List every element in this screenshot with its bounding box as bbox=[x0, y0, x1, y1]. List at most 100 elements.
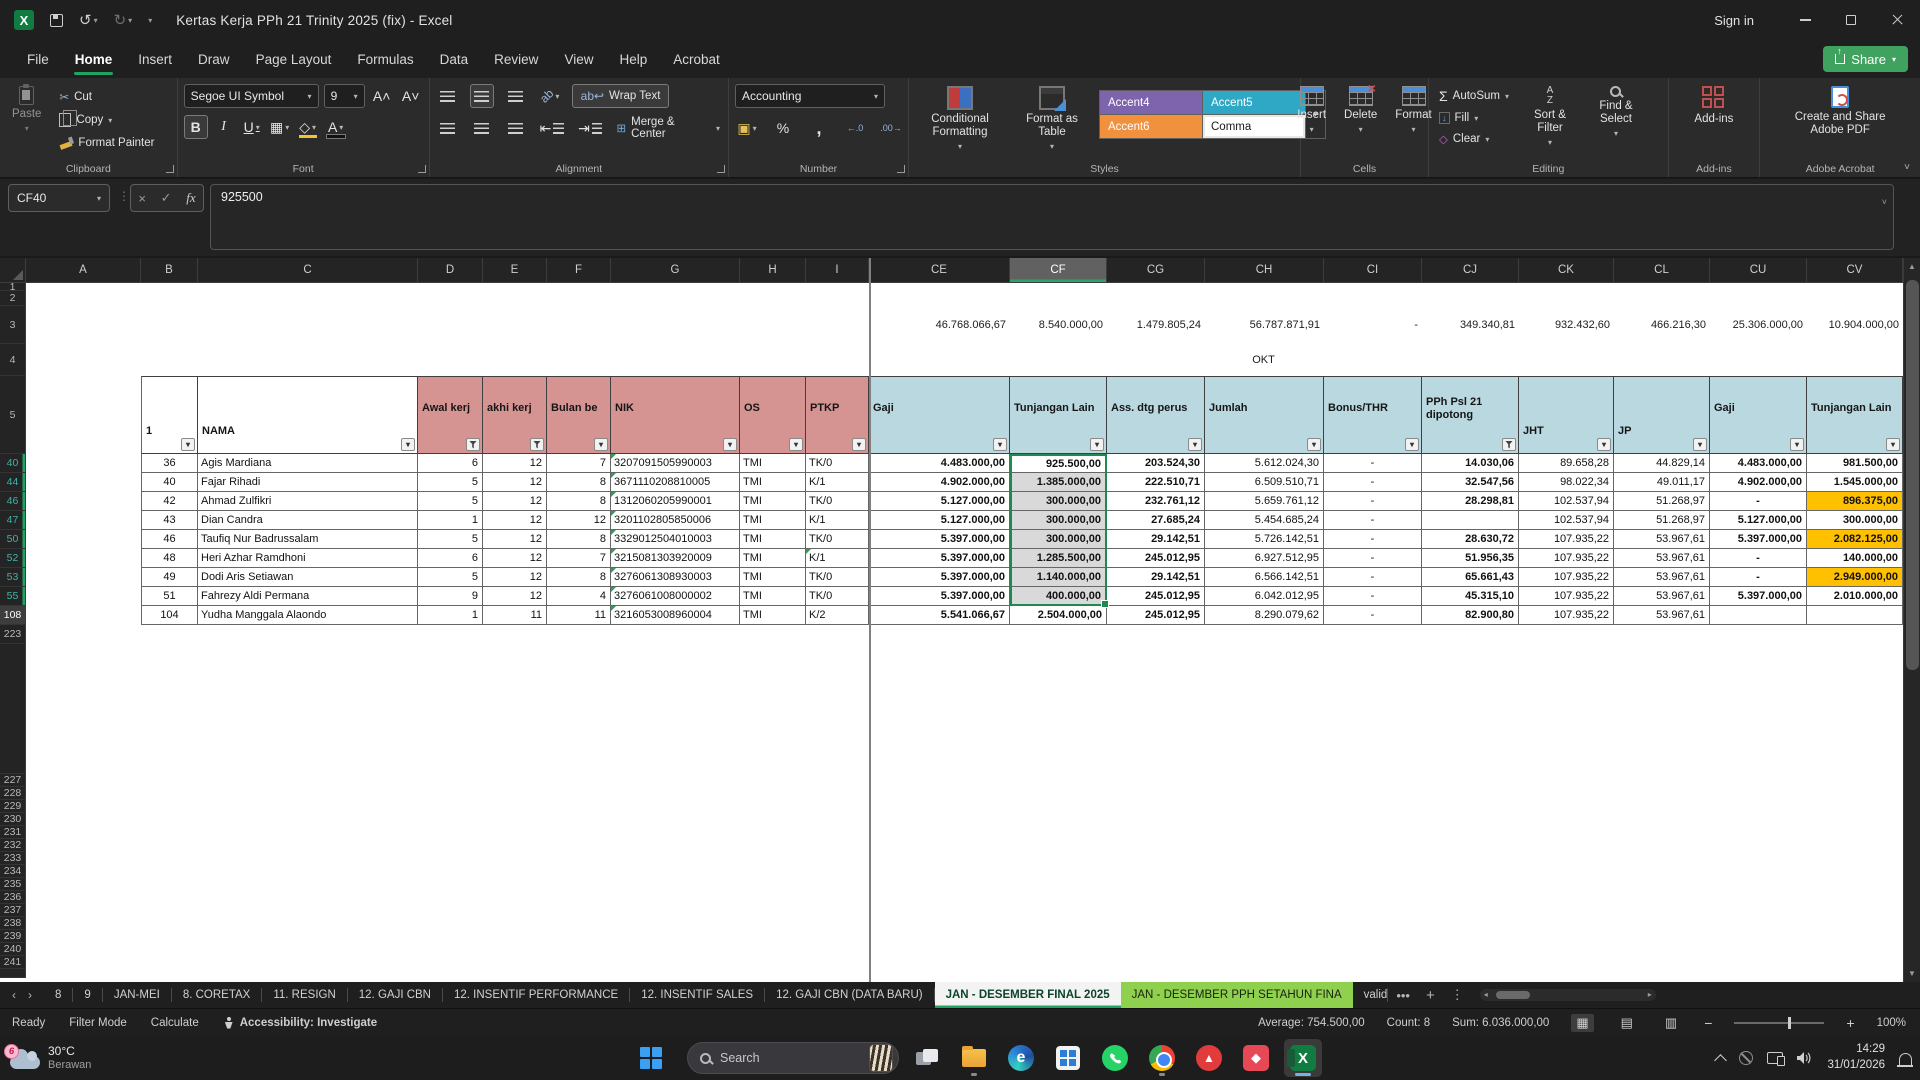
cell[interactable] bbox=[26, 454, 141, 473]
cell[interactable]: 89.658,28 bbox=[1519, 454, 1614, 473]
cell[interactable]: 53.967,61 bbox=[1614, 530, 1710, 549]
paste-button[interactable]: Paste ▾ bbox=[6, 84, 47, 152]
menu-tab-review[interactable]: Review bbox=[481, 40, 551, 78]
col-header-CL[interactable]: CL bbox=[1614, 258, 1710, 282]
row-header-5[interactable]: 5 bbox=[0, 376, 26, 454]
cell[interactable]: 4 bbox=[547, 587, 611, 606]
col-header-CK[interactable]: CK bbox=[1519, 258, 1614, 282]
cell[interactable]: 7 bbox=[547, 549, 611, 568]
cell[interactable]: 53.967,61 bbox=[1614, 587, 1710, 606]
cell[interactable]: 5 bbox=[418, 473, 483, 492]
cell[interactable]: 14.030,06 bbox=[1422, 454, 1519, 473]
increase-indent-icon[interactable]: ⇥ bbox=[576, 116, 604, 140]
sort-filter-button[interactable]: AZ Sort & Filter ▾ bbox=[1521, 84, 1579, 150]
sheet-tab-jan-desember-final-2025[interactable]: JAN - DESEMBER FINAL 2025 bbox=[934, 982, 1121, 1008]
cell[interactable]: 5.726.142,51 bbox=[1205, 530, 1324, 549]
menu-tab-help[interactable]: Help bbox=[606, 40, 660, 78]
menu-tab-insert[interactable]: Insert bbox=[125, 40, 185, 78]
cell[interactable]: 5.397.000,00 bbox=[869, 568, 1010, 587]
cell[interactable] bbox=[547, 306, 611, 344]
scroll-up-icon[interactable]: ▲ bbox=[1904, 258, 1920, 275]
page-layout-view-icon[interactable]: ▤ bbox=[1616, 1014, 1638, 1032]
cell[interactable] bbox=[418, 306, 483, 344]
cell[interactable]: 11 bbox=[547, 606, 611, 625]
row-header-237[interactable]: 237 bbox=[0, 904, 26, 917]
wrap-text-button[interactable]: ab↩ Wrap Text bbox=[571, 84, 670, 108]
excel-taskbar-button[interactable]: X bbox=[1284, 1039, 1322, 1077]
cell[interactable]: 51.268,97 bbox=[1614, 492, 1710, 511]
cast-device-icon[interactable] bbox=[1767, 1052, 1786, 1066]
status-calculate[interactable]: Calculate bbox=[139, 1017, 211, 1029]
row-header-108[interactable]: 108 bbox=[0, 606, 26, 625]
cell[interactable]: 102.537,94 bbox=[1519, 511, 1614, 530]
filter-dropdown-icon[interactable]: ▾ bbox=[181, 438, 195, 451]
cell[interactable] bbox=[1710, 344, 1807, 376]
row-header-232[interactable]: 232 bbox=[0, 839, 26, 852]
cell[interactable]: - bbox=[1710, 492, 1807, 511]
cell[interactable]: 8 bbox=[547, 530, 611, 549]
cell[interactable]: 65.661,43 bbox=[1422, 568, 1519, 587]
number-dialog-launcher[interactable] bbox=[897, 165, 905, 173]
cell[interactable]: Dian Candra bbox=[198, 511, 418, 530]
cell[interactable] bbox=[198, 344, 418, 376]
cell[interactable]: 107.935,22 bbox=[1519, 587, 1614, 606]
cell[interactable]: 1 bbox=[418, 511, 483, 530]
taskbar-clock[interactable]: 14:29 31/01/2026 bbox=[1827, 1042, 1885, 1073]
row-header-229[interactable]: 229 bbox=[0, 800, 26, 813]
col-header-CI[interactable]: CI bbox=[1324, 258, 1422, 282]
filter-dropdown-icon[interactable]: ▾ bbox=[594, 438, 608, 451]
cell[interactable]: 5.397.000,00 bbox=[869, 587, 1010, 606]
edge-button[interactable]: e bbox=[1002, 1039, 1040, 1077]
insert-cells-button[interactable]: Insert ▾ bbox=[1291, 84, 1332, 136]
task-view-button[interactable] bbox=[908, 1039, 946, 1077]
cell[interactable]: 12 bbox=[547, 511, 611, 530]
cell[interactable]: 107.935,22 bbox=[1519, 549, 1614, 568]
cell[interactable] bbox=[26, 568, 141, 587]
row-header-227[interactable]: 227 bbox=[0, 774, 26, 787]
cell[interactable]: akhi kerj bbox=[483, 376, 547, 454]
comma-style-icon[interactable]: , bbox=[807, 116, 831, 140]
cell[interactable]: Bonus/THR ▾ bbox=[1324, 376, 1422, 454]
cell[interactable]: 8 bbox=[547, 473, 611, 492]
orientation-icon[interactable]: ab ▾ bbox=[537, 84, 562, 108]
cell[interactable]: 8 bbox=[547, 492, 611, 511]
sheet-tab-jan-desember-pph-setahun-fina[interactable]: JAN - DESEMBER PPH SETAHUN FINA bbox=[1120, 982, 1353, 1008]
cell[interactable]: 2.949.000,00 bbox=[1807, 568, 1903, 587]
row-header-231[interactable]: 231 bbox=[0, 826, 26, 839]
formula-input[interactable]: 925500 ˅ bbox=[210, 184, 1894, 250]
cell[interactable]: TMI bbox=[740, 492, 806, 511]
cell[interactable]: NIK ▾ bbox=[611, 376, 740, 454]
minimize-button[interactable] bbox=[1782, 0, 1828, 40]
cell[interactable]: 36 bbox=[141, 454, 198, 473]
addins-button[interactable]: Add-ins bbox=[1675, 84, 1754, 128]
cell[interactable] bbox=[26, 511, 141, 530]
cell[interactable]: 12 bbox=[483, 530, 547, 549]
sheet-tab-8-coretax[interactable]: 8. CORETAX bbox=[172, 982, 262, 1008]
notifications-bell-icon[interactable] bbox=[1897, 1051, 1913, 1067]
cell[interactable]: 896.375,00 bbox=[1807, 492, 1903, 511]
menu-tab-formulas[interactable]: Formulas bbox=[344, 40, 426, 78]
cell[interactable]: - bbox=[1324, 587, 1422, 606]
col-header-A[interactable]: A bbox=[26, 258, 141, 282]
fill-color-icon[interactable]: ◇ ▾ bbox=[296, 115, 320, 139]
cell[interactable]: 3201102805850006 bbox=[611, 511, 740, 530]
zoom-in-icon[interactable]: + bbox=[1846, 1015, 1854, 1031]
cell[interactable]: 1 bbox=[418, 606, 483, 625]
cell[interactable]: 46 bbox=[141, 530, 198, 549]
row-header-50[interactable]: 50 bbox=[0, 530, 26, 549]
cell[interactable]: 3215081303920009 bbox=[611, 549, 740, 568]
align-left-icon[interactable] bbox=[436, 116, 460, 140]
filter-funnel-icon[interactable] bbox=[1502, 438, 1516, 451]
cell[interactable]: 12 bbox=[483, 473, 547, 492]
cell[interactable]: 5.454.685,24 bbox=[1205, 511, 1324, 530]
cell[interactable]: 2.082.125,00 bbox=[1807, 530, 1903, 549]
cell[interactable] bbox=[1324, 344, 1422, 376]
cell[interactable]: 7 bbox=[547, 454, 611, 473]
row-header-47[interactable]: 47 bbox=[0, 511, 26, 530]
cell[interactable]: TMI bbox=[740, 530, 806, 549]
bold-button[interactable]: B bbox=[183, 115, 208, 139]
maximize-button[interactable] bbox=[1828, 0, 1874, 40]
percent-style-icon[interactable]: % bbox=[771, 116, 795, 140]
cell[interactable]: 3671110208810005 bbox=[611, 473, 740, 492]
cell[interactable] bbox=[1710, 606, 1807, 625]
